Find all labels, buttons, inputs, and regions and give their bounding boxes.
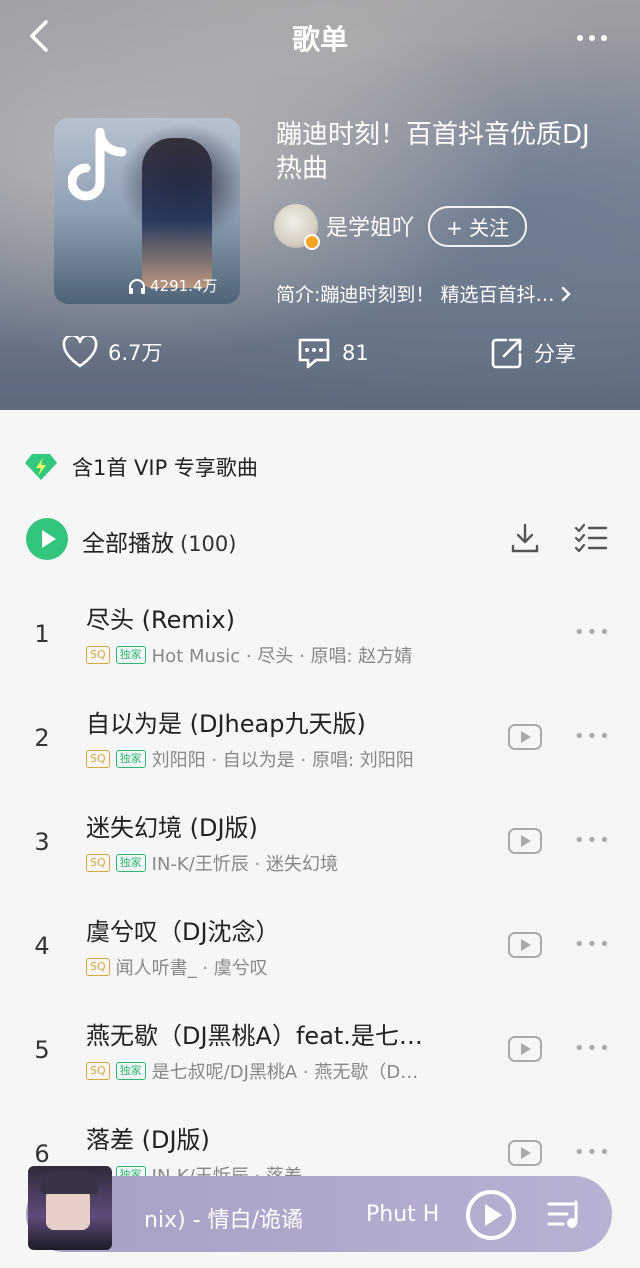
- share-label: 分享: [534, 342, 576, 366]
- top-bar: 歌单: [0, 0, 640, 74]
- song-meta: SQ 独家 是七叔呢/DJ黑桃A · 燕无歇（D…: [86, 1058, 418, 1084]
- mv-play-icon[interactable]: [508, 724, 542, 750]
- playlist-title: 蹦迪时刻！百首抖音优质DJ热曲: [276, 120, 590, 184]
- playlist-intro[interactable]: 简介:蹦迪时刻到！ 精选百首抖…: [276, 280, 572, 307]
- play-all-count: (100): [180, 532, 237, 556]
- intro-text: 简介:蹦迪时刻到！ 精选百首抖…: [276, 284, 555, 306]
- now-playing-next-title[interactable]: Phut H: [366, 1202, 446, 1227]
- multi-select-icon[interactable]: [574, 522, 608, 554]
- vip-notice[interactable]: 含1首 VIP 专享歌曲: [24, 452, 258, 482]
- mv-play-icon[interactable]: [508, 1036, 542, 1062]
- share-button[interactable]: 分享: [490, 336, 576, 370]
- song-more-icon[interactable]: •••: [574, 1038, 612, 1059]
- play-all-row: 全部播放 (100): [26, 518, 616, 562]
- playlist-queue-icon[interactable]: [546, 1198, 584, 1232]
- song-index: 3: [34, 828, 50, 856]
- comment-button[interactable]: 81: [296, 336, 369, 370]
- like-count: 6.7万: [108, 341, 163, 365]
- song-meta-text: 闻人听書_ · 虞兮叹: [115, 958, 268, 979]
- song-title: 落差 (DJ版): [86, 1126, 210, 1154]
- song-index: 6: [34, 1140, 50, 1168]
- sq-tag: SQ: [86, 646, 110, 664]
- song-more-icon[interactable]: •••: [574, 934, 612, 955]
- song-more-icon[interactable]: •••: [574, 1142, 612, 1163]
- play-count: 4291.4万: [128, 275, 218, 296]
- comment-icon: [298, 338, 330, 369]
- song-row[interactable]: 2 自以为是 (DJheap九天版) SQ 独家 刘阳阳 · 自以为是 · 原唱…: [0, 704, 640, 808]
- verified-badge-icon: [304, 234, 320, 250]
- page-title: 歌单: [291, 23, 348, 56]
- song-meta: SQ 独家 刘阳阳 · 自以为是 · 原唱: 刘阳阳: [86, 746, 414, 772]
- mv-play-icon[interactable]: [508, 828, 542, 854]
- song-row[interactable]: 3 迷失幻境 (DJ版) SQ 独家 IN-K/王忻辰 · 迷失幻境 •••: [0, 808, 640, 912]
- chevron-right-icon: [562, 286, 572, 301]
- song-meta: SQ 闻人听書_ · 虞兮叹: [86, 954, 268, 980]
- song-row[interactable]: 5 燕无歇（DJ黑桃A）feat.是七… SQ 独家 是七叔呢/DJ黑桃A · …: [0, 1016, 640, 1120]
- song-meta-text: 刘阳阳 · 自以为是 · 原唱: 刘阳阳: [151, 750, 414, 771]
- play-all-button[interactable]: [26, 518, 68, 560]
- cover-cap: [40, 1170, 98, 1194]
- action-bar: 6.7万 81 分享: [0, 336, 640, 380]
- mv-play-icon[interactable]: [508, 1140, 542, 1166]
- song-more-icon[interactable]: •••: [574, 726, 612, 747]
- song-row[interactable]: 4 虞兮叹（DJ沈念） SQ 闻人听書_ · 虞兮叹 •••: [0, 912, 640, 1016]
- mv-play-icon[interactable]: [508, 932, 542, 958]
- vip-diamond-icon: [25, 454, 57, 480]
- exclusive-tag: 独家: [115, 854, 146, 872]
- share-icon: [491, 338, 522, 369]
- song-meta-text: IN-K/王忻辰 · 迷失幻境: [151, 854, 338, 875]
- creator: 是学姐吖 + 关注: [274, 204, 528, 250]
- play-pause-icon[interactable]: [466, 1190, 516, 1240]
- sq-tag: SQ: [86, 958, 110, 976]
- tiktok-logo-icon: [68, 128, 127, 201]
- headphones-icon: [129, 278, 145, 294]
- cover-figure: [142, 138, 212, 288]
- song-title: 迷失幻境 (DJ版): [86, 814, 258, 842]
- now-playing-cover[interactable]: [28, 1166, 112, 1250]
- song-index: 1: [34, 620, 50, 648]
- comment-count: 81: [342, 341, 369, 365]
- exclusive-tag: 独家: [115, 1062, 146, 1080]
- song-more-icon[interactable]: •••: [574, 830, 612, 851]
- creator-name[interactable]: 是学姐吖: [326, 210, 414, 242]
- follow-button[interactable]: + 关注: [428, 205, 528, 247]
- song-more-icon[interactable]: •••: [574, 622, 612, 643]
- sq-tag: SQ: [86, 854, 110, 872]
- song-row[interactable]: 1 尽头 (Remix) SQ 独家 Hot Music · 尽头 · 原唱: …: [0, 600, 640, 704]
- song-index: 4: [34, 932, 50, 960]
- song-title: 虞兮叹（DJ沈念）: [86, 918, 280, 946]
- song-meta: SQ 独家 IN-K/王忻辰 · 迷失幻境: [86, 850, 338, 876]
- heart-icon: [62, 336, 98, 368]
- song-meta-text: 是七叔呢/DJ黑桃A · 燕无歇（D…: [151, 1062, 419, 1083]
- play-all-text: 全部播放: [82, 531, 174, 557]
- more-icon[interactable]: [574, 26, 614, 46]
- playlist-cover[interactable]: 4291.4万: [54, 118, 240, 304]
- sq-tag: SQ: [86, 750, 110, 768]
- download-icon[interactable]: [510, 522, 540, 554]
- exclusive-tag: 独家: [115, 646, 146, 664]
- song-index: 5: [34, 1036, 50, 1064]
- like-button[interactable]: 6.7万: [62, 336, 162, 368]
- song-meta: SQ 独家 Hot Music · 尽头 · 原唱: 赵方婧: [86, 642, 412, 668]
- song-index: 2: [34, 724, 50, 752]
- vip-notice-text: 含1首 VIP 专享歌曲: [72, 456, 258, 480]
- avatar[interactable]: [274, 204, 320, 250]
- song-title: 燕无歇（DJ黑桃A）feat.是七…: [86, 1022, 423, 1050]
- play-all-label[interactable]: 全部播放 (100): [82, 524, 236, 558]
- song-title: 自以为是 (DJheap九天版): [86, 710, 366, 738]
- exclusive-tag: 独家: [115, 750, 146, 768]
- song-title: 尽头 (Remix): [86, 606, 235, 634]
- play-count-text: 4291.4万: [150, 277, 218, 295]
- song-meta-text: Hot Music · 尽头 · 原唱: 赵方婧: [151, 646, 413, 667]
- sq-tag: SQ: [86, 1062, 110, 1080]
